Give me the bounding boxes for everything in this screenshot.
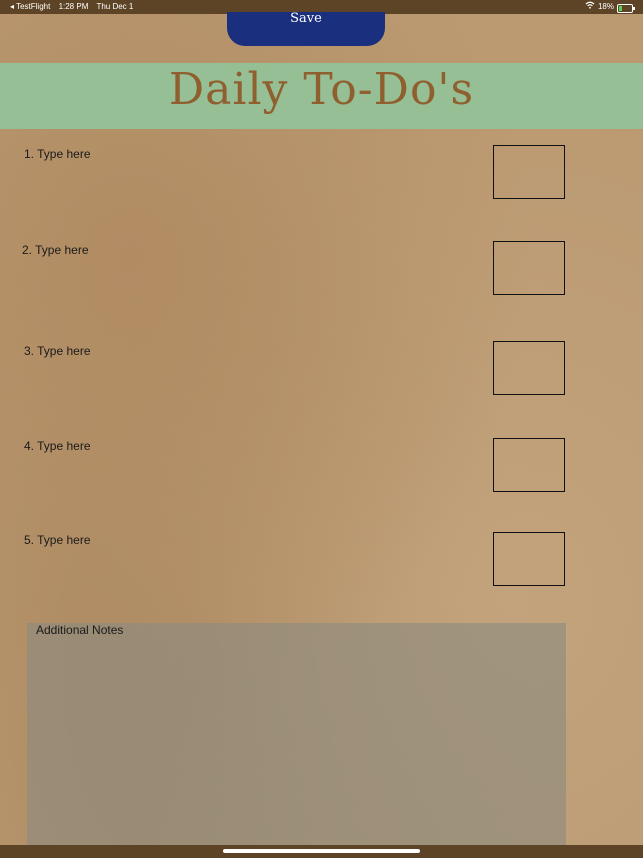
save-button[interactable]: Save [227, 12, 385, 46]
home-indicator[interactable] [223, 849, 420, 853]
todo-item-4-checkbox[interactable] [493, 438, 565, 492]
title-band: Daily To-Do's [0, 63, 643, 129]
wifi-icon [585, 0, 595, 14]
todo-item-5-checkbox[interactable] [493, 532, 565, 586]
status-time: 1:28 PM [58, 2, 89, 11]
battery-charging-icon [617, 4, 635, 13]
todo-item-1-input[interactable]: 1. Type here [24, 147, 91, 161]
back-to-app-link[interactable]: ◂ TestFlight [10, 2, 50, 11]
todo-item-5-input[interactable]: 5. Type here [24, 533, 91, 547]
todo-item-2-input[interactable]: 2. Type here [22, 243, 89, 257]
home-bar-area [0, 845, 643, 858]
todo-item-2-checkbox[interactable] [493, 241, 565, 295]
status-right: 18% [585, 0, 635, 14]
battery-percent: 18% [597, 2, 614, 11]
status-date: Thu Dec 1 [96, 2, 134, 11]
todo-item-3-checkbox[interactable] [493, 341, 565, 395]
additional-notes-textarea[interactable]: Additional Notes [27, 623, 566, 845]
todo-item-1-checkbox[interactable] [493, 145, 565, 199]
additional-notes-label: Additional Notes [36, 623, 124, 637]
page-title: Daily To-Do's [168, 64, 475, 115]
todo-item-3-input[interactable]: 3. Type here [24, 344, 91, 358]
status-left: ◂ TestFlight 1:28 PM Thu Dec 1 [10, 0, 139, 14]
todo-item-4-input[interactable]: 4. Type here [24, 439, 91, 453]
